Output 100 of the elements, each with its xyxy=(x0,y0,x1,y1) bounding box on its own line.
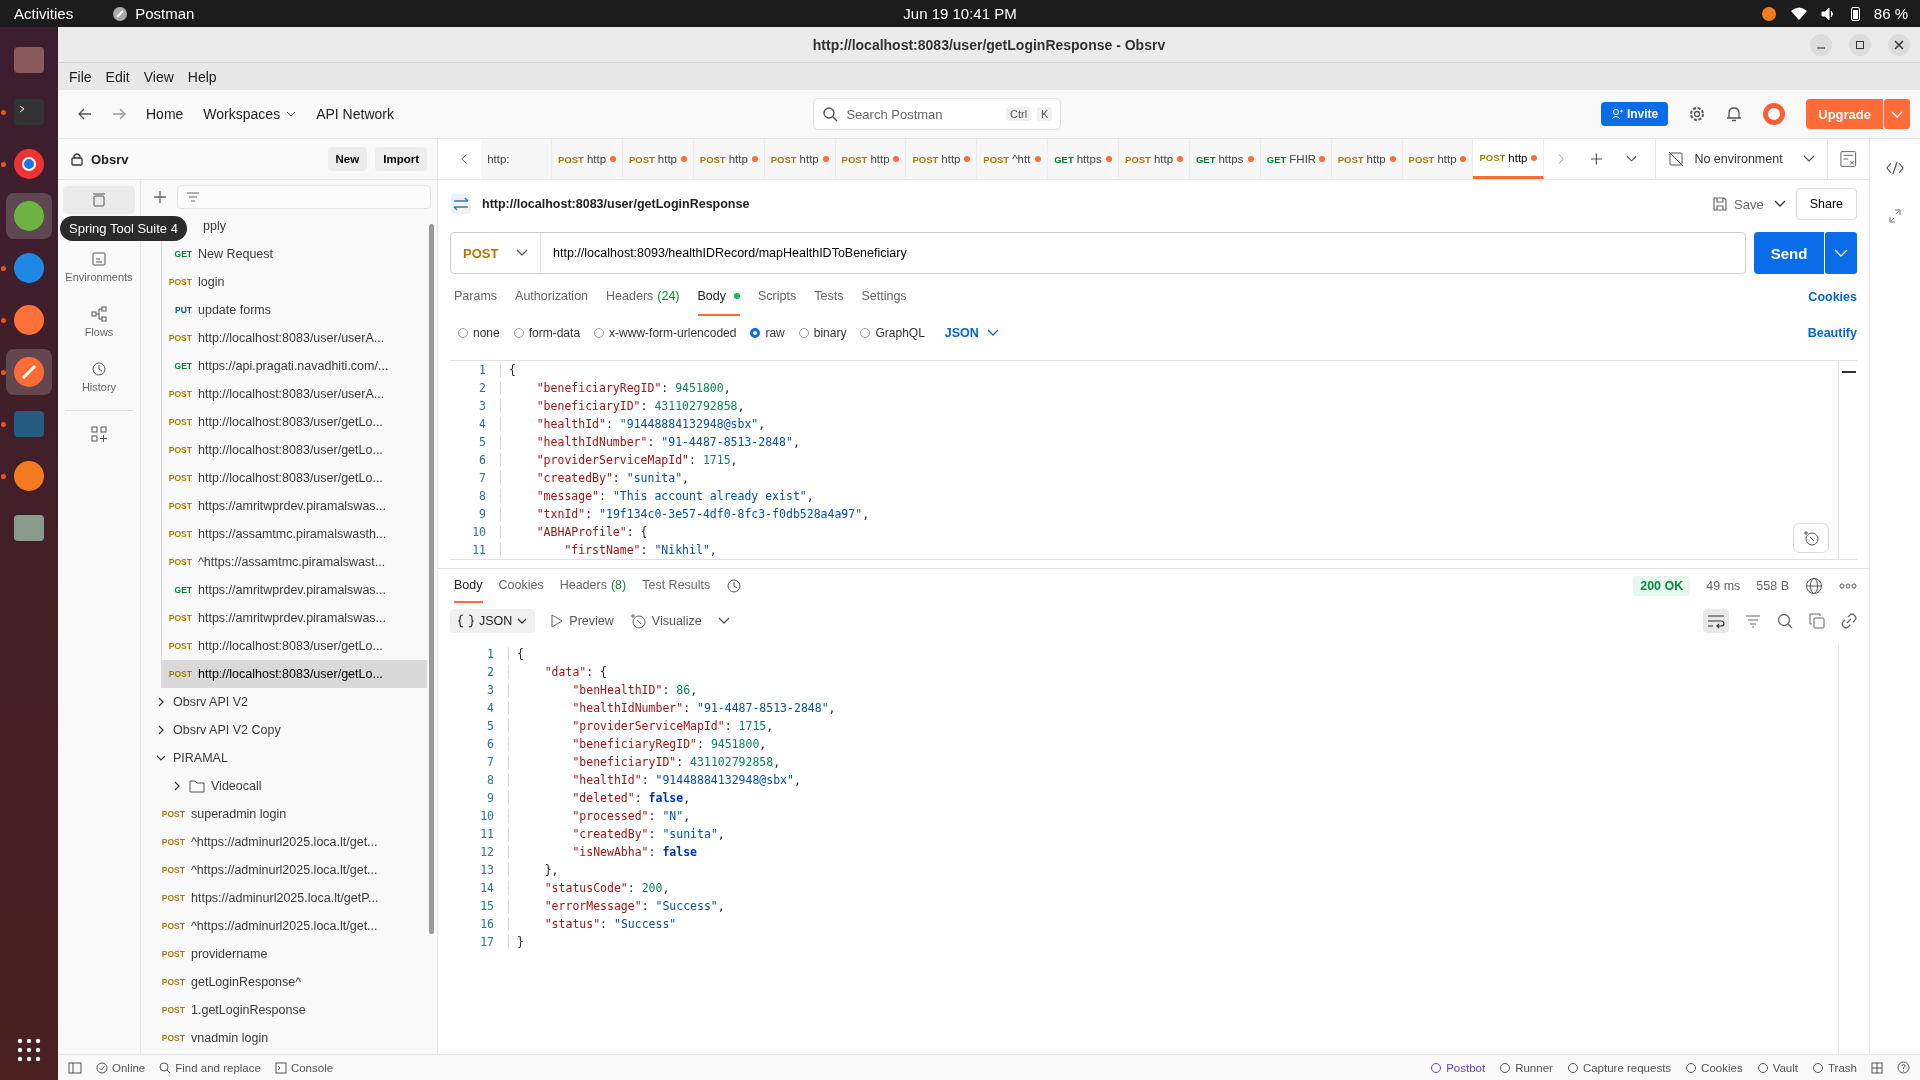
response-tab[interactable]: Headers (8) xyxy=(559,569,627,603)
caret-icon[interactable] xyxy=(516,249,528,257)
history-icon[interactable] xyxy=(726,578,743,594)
app-indicator-icon[interactable] xyxy=(1760,5,1777,22)
search-input[interactable]: Search Postman xyxy=(844,105,1000,123)
toggle-sidebar-icon[interactable] xyxy=(68,1061,82,1074)
share-button[interactable]: Share xyxy=(1795,188,1857,220)
request-tab[interactable]: GET https xyxy=(1189,139,1261,179)
caret-icon[interactable] xyxy=(986,329,999,337)
bell-icon[interactable] xyxy=(1726,105,1743,123)
more-icon[interactable] xyxy=(1839,583,1857,589)
new-button[interactable]: New xyxy=(327,147,368,171)
find-status[interactable]: Find and replace xyxy=(175,1061,261,1074)
caret-icon[interactable] xyxy=(517,617,528,625)
response-tab[interactable]: Body xyxy=(454,569,483,603)
request-item[interactable]: POST superadmin login xyxy=(141,800,427,828)
postbot-status[interactable]: Postbot xyxy=(1446,1061,1486,1074)
send-button[interactable]: Send xyxy=(1754,232,1824,274)
online-status[interactable]: Online xyxy=(112,1061,146,1074)
request-item[interactable]: POST https://amritwprdev.piramalswas... xyxy=(161,604,427,632)
request-tab[interactable]: GET FHIR xyxy=(1260,139,1332,179)
forward-icon[interactable] xyxy=(112,107,126,121)
request-item[interactable]: POST http://localhost:8083/user/userA... xyxy=(161,380,427,408)
request-tab[interactable]: POST http xyxy=(552,139,623,179)
collection-name[interactable]: pply xyxy=(203,219,226,233)
request-item[interactable]: POST https://adminurl2025.loca.lt/getP... xyxy=(141,884,427,912)
folder-item[interactable]: Obsrv API V2 Copy xyxy=(173,723,281,737)
code-icon[interactable] xyxy=(1886,161,1904,175)
request-item[interactable]: POST ^https://adminurl2025.loca.lt/get... xyxy=(141,828,427,856)
globe-icon[interactable] xyxy=(1805,577,1823,595)
app-grid-icon[interactable] xyxy=(17,1038,41,1062)
url-input[interactable]: http://localhost:8093/healthIDRecord/mapHealthIDToBeneficiary xyxy=(541,245,1745,261)
runner-status[interactable]: Runner xyxy=(1515,1061,1553,1074)
menu-item[interactable]: File xyxy=(64,66,97,87)
radio-label[interactable]: x-www-form-urlencoded xyxy=(609,326,737,340)
caret-icon[interactable] xyxy=(286,110,297,118)
environment-select[interactable]: No environment xyxy=(1694,152,1794,166)
tabs-dropdown-icon[interactable] xyxy=(1626,155,1638,163)
minimize-button[interactable] xyxy=(1810,33,1832,56)
request-item[interactable]: POST ^https://adminurl2025.loca.lt/get... xyxy=(141,912,427,940)
request-item[interactable]: GET https://amritwprdev.piramalswas... xyxy=(161,576,427,604)
request-item[interactable]: GET New Request xyxy=(161,240,427,268)
layout-icon[interactable] xyxy=(1871,1061,1883,1074)
cookies-link[interactable]: Cookies xyxy=(1808,290,1857,304)
radio-label[interactable]: none xyxy=(473,326,500,340)
request-section-tab[interactable]: Params xyxy=(454,278,498,316)
battery-icon[interactable] xyxy=(1850,6,1860,21)
request-tab[interactable]: POST ^htt xyxy=(977,139,1049,179)
capture-status[interactable]: Capture requests xyxy=(1582,1061,1672,1074)
radio-label[interactable]: binary xyxy=(813,326,847,340)
link-icon[interactable] xyxy=(1841,613,1857,629)
beautify-link[interactable]: Beautify xyxy=(1807,326,1857,340)
request-item[interactable]: POST ^https://adminurl2025.loca.lt/get... xyxy=(141,856,427,884)
request-item[interactable]: POST https://assamtmc.piramalswasth... xyxy=(161,520,427,548)
request-section-tab[interactable]: Authorization xyxy=(515,278,589,316)
radio-label[interactable]: raw xyxy=(765,326,785,340)
visualize-dropdown-icon[interactable] xyxy=(717,617,730,625)
dock-app-icon[interactable] xyxy=(6,349,52,395)
radio-button[interactable] xyxy=(750,328,761,338)
request-tab[interactable]: POST http xyxy=(906,139,978,179)
request-item[interactable]: POST http://localhost:8083/user/getLo... xyxy=(161,660,427,688)
method-select[interactable]: POST xyxy=(463,245,499,261)
request-section-tab[interactable]: Tests xyxy=(814,278,844,316)
console-status[interactable]: Console xyxy=(290,1061,334,1074)
request-tab[interactable]: POST http xyxy=(1119,139,1190,179)
format-select[interactable]: JSON xyxy=(944,326,979,340)
preview-button[interactable]: Preview xyxy=(569,614,614,628)
request-item[interactable]: POST http://localhost:8083/user/userA... xyxy=(161,324,427,352)
request-item[interactable]: POST http://localhost:8083/user/getLo... xyxy=(161,408,427,436)
request-item[interactable]: POST vnadmin login xyxy=(141,1024,427,1052)
folder-item[interactable]: Obsrv API V2 xyxy=(173,695,249,709)
folder-item[interactable]: Videocall xyxy=(211,779,262,793)
maximize-button[interactable] xyxy=(1849,33,1871,56)
activities-button[interactable]: Activities xyxy=(14,5,74,22)
request-section-tab[interactable]: Scripts xyxy=(758,278,797,316)
request-tab[interactable]: POST http xyxy=(835,139,907,179)
dock-app-icon[interactable] xyxy=(6,193,52,239)
request-tab[interactable]: POST http xyxy=(1402,139,1474,179)
wrap-lines-icon[interactable] xyxy=(1703,609,1729,633)
save-dropdown-icon[interactable] xyxy=(1773,200,1786,208)
request-item[interactable]: POST ^https://assamtmc.piramalswast... xyxy=(161,548,427,576)
request-item[interactable]: POST https://amritwprdev.piramalswas... xyxy=(161,492,427,520)
request-tab[interactable]: POST http xyxy=(622,139,694,179)
request-item[interactable]: GET https://api.pragati.navadhiti.com/... xyxy=(161,352,427,380)
request-tab[interactable]: GET https xyxy=(1048,139,1120,179)
url-bar[interactable]: POST http://localhost:8093/healthIDRecord/mapHealthIDToBeneficiary xyxy=(450,232,1746,274)
scroll-left-icon[interactable] xyxy=(460,153,470,165)
request-tab[interactable]: POST http xyxy=(764,139,836,179)
folder-item[interactable]: PIRAMAL xyxy=(173,751,228,765)
search-field[interactable]: Search Postman Ctrl K xyxy=(813,98,1062,130)
request-tab[interactable]: POST http xyxy=(693,139,765,179)
response-tab[interactable]: Cookies xyxy=(498,569,544,603)
request-item[interactable]: POST http://localhost:8083/user/getLo... xyxy=(161,464,427,492)
back-icon[interactable] xyxy=(78,107,92,121)
expand-icon[interactable] xyxy=(1888,209,1902,223)
wifi-icon[interactable] xyxy=(1790,6,1807,21)
request-tab[interactable]: http: xyxy=(481,139,553,179)
response-tab[interactable]: Test Results xyxy=(642,569,711,603)
request-item[interactable]: PUT update forms xyxy=(161,296,427,324)
save-button[interactable]: Save xyxy=(1734,196,1764,212)
